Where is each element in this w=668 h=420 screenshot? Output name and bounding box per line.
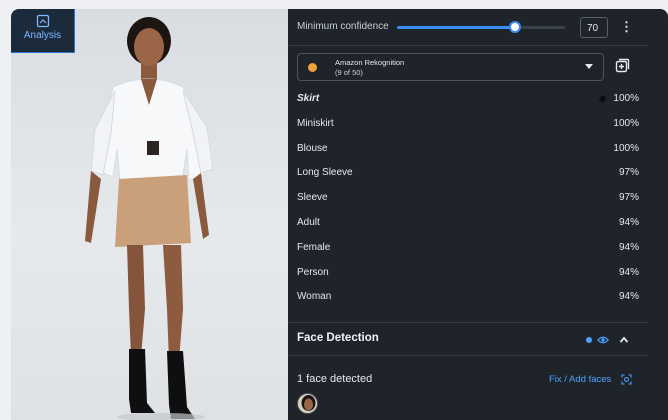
label-row[interactable]: Sleeve 97% <box>297 192 639 208</box>
confidence-label: Minimum confidence <box>297 21 389 32</box>
label-confidence: 97% <box>618 167 639 179</box>
face-detection-status-dot <box>586 337 592 343</box>
label-row[interactable]: Long Sleeve 97% <box>297 167 639 183</box>
label-row[interactable]: Woman 94% <box>297 291 639 307</box>
provider-status-dot <box>308 63 317 72</box>
confidence-slider-handle[interactable] <box>508 21 521 33</box>
confidence-slider[interactable] <box>397 21 565 33</box>
confidence-value-input[interactable]: 70 <box>580 17 608 38</box>
label-name: Adult <box>297 217 320 228</box>
label-confidence: 94% <box>618 266 639 278</box>
label-confidence: 94% <box>618 217 639 228</box>
confidence-row: Minimum confidence 70 ⋮ <box>288 9 648 45</box>
label-name: Woman <box>297 291 332 303</box>
label-confidence: 94% <box>618 291 639 303</box>
label-name: Miniskirt <box>297 117 334 129</box>
fix-add-faces-link[interactable]: Fix / Add faces <box>549 374 611 385</box>
label-row[interactable]: Adult 94% <box>297 217 639 233</box>
label-name: Sleeve <box>297 192 328 204</box>
divider <box>288 45 648 46</box>
provider-select[interactable]: Amazon Rekognition (9 of 50) <box>297 53 604 81</box>
label-row[interactable]: Miniskirt 100% <box>297 118 639 134</box>
provider-count: (9 of 50) <box>335 68 363 77</box>
provider-name: Amazon Rekognition <box>335 58 405 67</box>
eye-icon[interactable] <box>597 335 609 345</box>
label-name: Skirt <box>297 93 320 104</box>
kebab-menu-icon[interactable]: ⋮ <box>620 18 633 36</box>
chevron-up-icon[interactable] <box>619 335 629 345</box>
add-copy-icon[interactable] <box>614 58 630 74</box>
label-confidence: 100% <box>613 142 639 154</box>
label-name: Female <box>297 241 331 253</box>
label-name: Long Sleeve <box>297 167 353 179</box>
label-row[interactable]: Skirt 100% <box>297 93 639 109</box>
face-scan-icon[interactable] <box>621 374 632 385</box>
label-confidence: 94% <box>618 241 639 253</box>
divider <box>288 322 648 323</box>
face-thumbnail[interactable] <box>297 393 318 414</box>
label-confidence: 100% <box>613 117 639 129</box>
label-row[interactable]: Female 94% <box>297 242 639 258</box>
label-confidence: 100% <box>613 93 639 104</box>
analysis-tab[interactable]: Analysis <box>11 9 75 53</box>
label-name: Person <box>297 266 329 278</box>
label-row[interactable]: Blouse 100% <box>297 143 639 159</box>
face-detection-title: Face Detection <box>297 332 379 344</box>
analysis-panel: Minimum confidence 70 ⋮ Amazon Rekogniti… <box>288 9 668 420</box>
face-thumbnail-image <box>298 394 317 413</box>
tag-icon <box>598 96 606 103</box>
analysis-icon <box>36 14 49 28</box>
image-preview: Analysis <box>11 9 288 420</box>
label-row[interactable]: Person 94% <box>297 267 639 283</box>
label-name: Blouse <box>297 142 328 154</box>
model-photo <box>85 17 214 420</box>
app-window: Analysis Minimum confidence 70 ⋮ Amazon … <box>11 9 668 420</box>
label-confidence: 97% <box>618 192 639 204</box>
analysis-tab-label: Analysis <box>23 30 62 41</box>
chevron-down-icon <box>585 64 593 69</box>
divider <box>288 355 648 356</box>
confidence-slider-fill <box>397 26 515 29</box>
faces-detected-text: 1 face detected <box>297 373 373 385</box>
